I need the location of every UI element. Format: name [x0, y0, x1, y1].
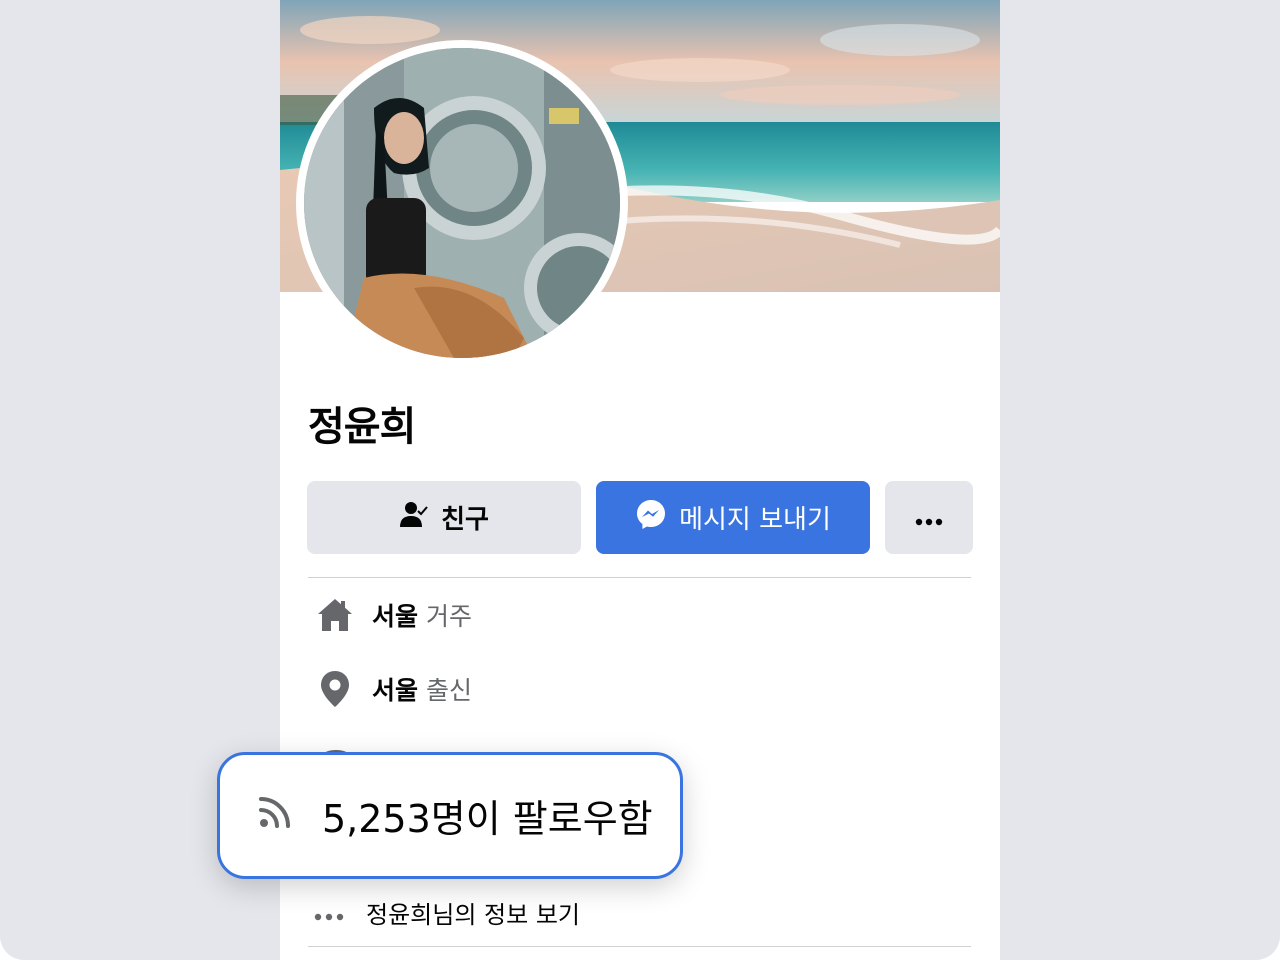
location-pin-icon: [316, 670, 354, 708]
more-dots-icon: [314, 899, 344, 927]
screen-background: 정윤희 친구 메시지 보내기 서울 거주 서울 출신 정윤희님의 정보 보기 5…: [0, 0, 1280, 960]
avatar-photo: [304, 48, 620, 358]
from-suffix: 출신: [425, 676, 472, 705]
home-icon: [316, 596, 354, 634]
send-message-button[interactable]: 메시지 보내기: [596, 481, 870, 554]
rss-feed-icon: [258, 793, 294, 838]
more-options-button[interactable]: [885, 481, 973, 554]
section-divider: [308, 577, 971, 578]
friend-check-icon: [399, 499, 429, 536]
info-from: 서울 출신: [316, 670, 472, 708]
info-lives-in: 서울 거주: [316, 596, 472, 634]
about-link-label: 정윤희님의 정보 보기: [366, 901, 580, 929]
messenger-icon: [635, 498, 667, 537]
see-about-info-link[interactable]: 정윤희님의 정보 보기: [314, 895, 580, 930]
friend-button[interactable]: 친구: [307, 481, 581, 554]
more-dots-icon: [915, 503, 943, 533]
from-place: 서울: [372, 676, 419, 705]
lives-suffix: 거주: [425, 602, 472, 631]
followers-count-text: 5,253명이 팔로우함: [322, 797, 653, 841]
profile-name: 정윤희: [308, 404, 416, 450]
bottom-divider: [308, 946, 971, 947]
followers-highlight[interactable]: 5,253명이 팔로우함: [217, 752, 683, 879]
lives-place: 서울: [372, 602, 419, 631]
send-message-label: 메시지 보내기: [679, 505, 831, 535]
profile-avatar[interactable]: [296, 40, 628, 366]
friend-button-label: 친구: [441, 505, 489, 535]
